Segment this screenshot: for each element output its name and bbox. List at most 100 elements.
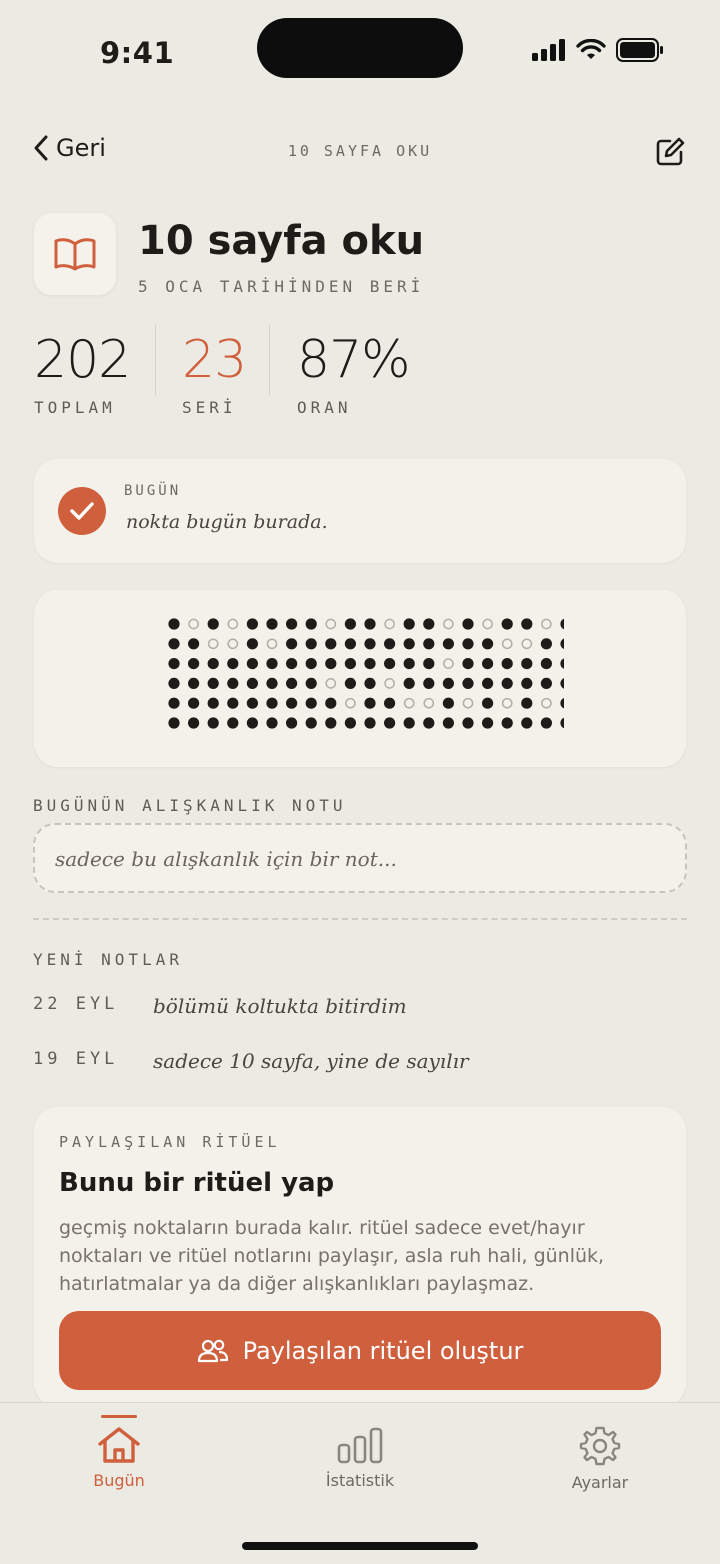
history-dot-done [423,618,435,630]
history-dot-done [246,638,258,650]
shared-ritual-card: PAYLAŞILAN RİTÜEL Bunu bir ritüel yap ge… [34,1107,686,1407]
tab-settings[interactable]: Ayarlar [520,1403,680,1492]
history-dot-done [462,658,474,670]
tab-today[interactable]: Bugün [39,1403,199,1490]
history-dot-missed [541,618,552,630]
history-dot-done [482,697,494,709]
note-date: 19 EYL [33,1049,119,1069]
history-dot-done [325,638,337,650]
active-tab-indicator [101,1415,137,1418]
create-ritual-label: Paylaşılan ritüel oluştur [242,1336,524,1365]
history-dot-done [560,638,564,650]
wifi-icon [576,39,606,59]
history-dot-done [344,717,356,729]
history-dot-done [462,638,474,650]
history-dot-done [521,618,533,630]
history-dot-done [227,677,239,689]
history-dot-done [325,717,337,729]
history-dots-card [34,590,686,767]
history-dot-missed [482,618,493,630]
history-dot-done [403,717,415,729]
history-dot-done [305,697,317,709]
history-dot-done [305,717,317,729]
checked-toggle[interactable] [58,487,106,535]
history-dot-done [305,618,317,630]
stat-streak: 23 SERİ [182,330,247,417]
stat-rate: 87% ORAN [297,330,411,417]
status-time: 9:41 [100,36,175,70]
history-dot-done [188,638,200,650]
tab-stats-label: İstatistik [325,1471,395,1490]
stat-streak-value: 23 [182,330,247,390]
stat-divider [269,325,270,395]
history-dot-done [364,717,376,729]
ritual-title: Bunu bir ritüel yap [59,1168,335,1198]
habit-note-input[interactable]: sadece bu alışkanlık için bir not... [33,823,687,893]
create-ritual-button[interactable]: Paylaşılan ritüel oluştur [59,1311,661,1390]
today-label: BUGÜN [124,483,182,499]
history-dot-missed [325,618,337,630]
history-dot-done [227,697,239,709]
signal-icon [532,39,565,61]
history-dot-done [168,697,180,709]
history-dot-done [168,717,180,729]
history-dot-done [266,658,278,670]
history-dot-done [403,677,415,689]
stat-total-label: TOPLAM [34,398,116,417]
tab-stats[interactable]: İstatistik [280,1403,440,1490]
history-dot-done [403,618,415,630]
users-icon [197,1339,228,1362]
history-dot-missed [521,638,533,650]
tab-today-label: Bugün [93,1471,145,1490]
home-icon [98,1427,140,1463]
history-dot-done [246,658,258,670]
history-dot-done [540,638,552,650]
history-dot-done [344,618,356,630]
history-dot-done [207,677,219,689]
edit-icon [656,137,685,166]
history-dot-missed [325,678,337,689]
history-dot-done [168,618,180,630]
history-dot-done [266,697,278,709]
history-dot-missed [384,618,395,630]
history-dot-done [305,677,317,689]
history-dot-done [501,717,513,729]
history-dot-missed [188,618,199,630]
ritual-description: geçmiş noktaların burada kalır. ritüel s… [59,1217,605,1295]
history-dot-done [442,677,454,689]
dynamic-island [257,18,463,78]
habit-icon-tile [34,213,116,295]
history-dot-done [207,658,219,670]
history-dot-done [521,717,533,729]
history-dot-done [403,658,415,670]
history-dot-missed [403,697,415,709]
history-dot-missed [443,658,454,669]
history-dot-done [560,678,564,689]
history-dot-done [442,717,454,729]
bar-chart-icon [337,1427,383,1464]
history-dot-done [384,638,396,650]
history-dot-done [462,618,474,630]
history-dot-done [168,638,180,650]
history-dot-done [286,658,298,670]
history-dot-done [246,697,258,709]
history-dot-missed [227,638,239,650]
history-dot-done [207,697,219,709]
history-dot-done [364,677,376,689]
history-dot-done [540,658,552,670]
stat-total: 202 TOPLAM [34,330,131,417]
history-dot-done [501,677,513,689]
edit-button[interactable] [654,136,686,172]
history-dot-done [286,618,298,630]
history-dot-done [364,638,376,650]
gear-icon [579,1426,621,1466]
history-dot-done [403,638,415,650]
today-card[interactable]: BUGÜN nokta bugün burada. [34,459,686,563]
stat-rate-label: ORAN [297,398,352,417]
history-dot-done [286,717,298,729]
history-dot-done [423,638,435,650]
history-dot-done [442,697,454,709]
history-dot-done [384,658,396,670]
history-dot-done [364,697,376,709]
history-dot-grid [168,618,564,729]
